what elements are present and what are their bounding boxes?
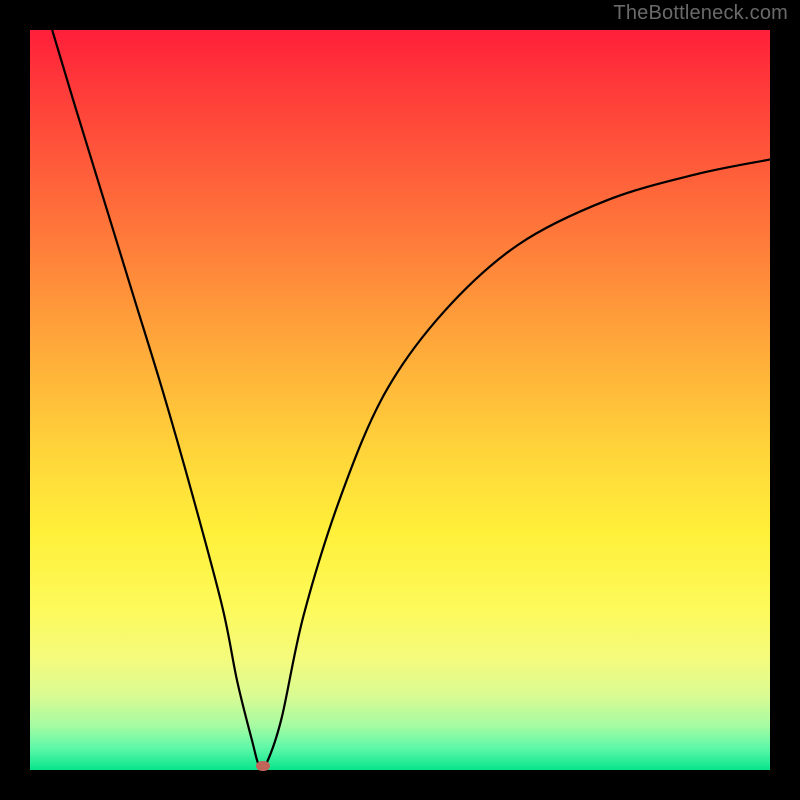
plot-area [30, 30, 770, 770]
minimum-marker [256, 761, 270, 771]
curve-path [52, 30, 770, 769]
chart-stage: TheBottleneck.com [0, 0, 800, 800]
attribution-text: TheBottleneck.com [613, 2, 788, 25]
bottleneck-curve [30, 30, 770, 770]
